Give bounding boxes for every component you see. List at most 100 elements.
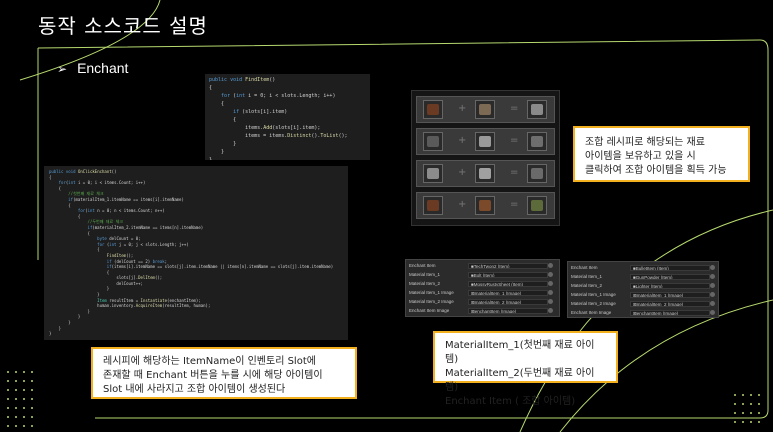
recipe-row[interactable]: + = [416, 96, 555, 123]
callout-line: 아이템을 보유하고 있을 시 [585, 151, 696, 162]
inspector-object-field[interactable]: ■BulletItem (Item) [630, 265, 710, 271]
item-icon [427, 200, 439, 211]
code-line: } [209, 149, 225, 155]
inspector-field-label: Material Item_1 Image [409, 290, 454, 295]
object-picker-icon[interactable] [710, 265, 715, 270]
object-picker-icon[interactable] [548, 281, 553, 286]
callout-material-items: MaterialItem_1(첫번째 재료 아이템) MaterialItem_… [433, 331, 618, 407]
callout-line: 클릭하여 조합 아이템을 획득 가능 [585, 165, 727, 176]
inspector-row: Enchant Item Image ⊠enchantItem (Image) [409, 308, 553, 315]
object-picker-icon[interactable] [710, 274, 715, 279]
code-line: if(items[i].itemName == slots[j].item.it… [106, 264, 334, 270]
inspector-row: Material Item_2 Image ⊠materialItem_2 (Im… [571, 301, 715, 308]
material-slot [475, 164, 495, 183]
inspector-row: Material Item_1 ■GunPowder (Item) [571, 274, 715, 281]
code-line: { [209, 85, 213, 91]
object-picker-icon[interactable] [710, 301, 715, 306]
slide-title: 동작 소스코드 설명 [38, 14, 208, 38]
callout-line: 레시피에 해당하는 ItemName이 인벤토리 Slot에 [103, 356, 316, 367]
item-icon [531, 136, 543, 147]
bullet-label: Enchant [77, 60, 129, 76]
material-slot [475, 100, 495, 119]
callout-line: MaterialItem_1(첫번째 재료 아이템) [445, 340, 595, 365]
item-icon [479, 104, 491, 115]
item-icon [427, 136, 439, 147]
plus-symbol: + [458, 103, 467, 114]
plus-symbol: + [458, 199, 467, 210]
code-line: if (slots[i].item) [233, 109, 288, 115]
inspector-field-label: Enchant Item Image [409, 308, 450, 313]
inspector-field-label: Enchant Item [571, 265, 598, 270]
inspector-field-label: Enchant Item Image [571, 310, 612, 315]
code-line: { [209, 101, 225, 107]
recipe-row[interactable]: + = [416, 128, 555, 155]
callout-line: Slot 내에 사라지고 조합 아이템이 생성된다 [103, 384, 286, 395]
inspector-object-field[interactable]: ⊠materialItem_2 (Image) [630, 301, 710, 307]
code-line: public void FindItem() [209, 77, 276, 83]
inspector-object-field[interactable]: ■Bolt (Item) [468, 272, 548, 278]
code-line: for (int i = 0; i < slots.Length; i++) [221, 93, 336, 99]
code-line: } [209, 157, 213, 160]
object-picker-icon[interactable] [548, 308, 553, 313]
result-slot [527, 196, 547, 215]
item-icon [531, 200, 543, 211]
code-line: items.Add(slots[i].item); [209, 125, 321, 131]
inspector-object-field[interactable]: ⊠enchantItem (Image) [468, 308, 548, 314]
object-picker-icon[interactable] [548, 272, 553, 277]
recipe-row[interactable]: + = [416, 192, 555, 219]
object-picker-icon[interactable] [710, 283, 715, 288]
inspector-object-field[interactable]: ⊠materialItem_1 (Image) [630, 292, 710, 298]
inspector-field-label: Material Item_2 Image [571, 301, 616, 306]
result-slot [527, 164, 547, 183]
inspector-row: Enchant Item Image ⊠enchantItem (Image) [571, 310, 715, 317]
inspector-row: Material Item_2 ■MossyRustySheet (Item) [409, 281, 553, 288]
object-picker-icon[interactable] [710, 292, 715, 297]
item-icon [479, 136, 491, 147]
bullet-enchant: ➢ Enchant [57, 60, 128, 76]
inspector-field-label: Material Item_1 [409, 272, 441, 277]
material-slot [423, 196, 443, 215]
material-slot [423, 132, 443, 151]
item-icon [427, 168, 439, 179]
recipe-inventory-panel: + = + = + = + = [411, 90, 560, 226]
callout-line: Enchant Item ( 조합 아이템) [445, 396, 576, 407]
inspector-row: Enchant Item ■TechTwon2 (Item) [409, 263, 553, 270]
callout-line: 존재할 때 Enchant 버튼을 누를 시에 해당 아이템이 [103, 370, 323, 381]
recipe-row[interactable]: + = [416, 160, 555, 187]
inspector-object-field[interactable]: ■GunPowder (Item) [630, 274, 710, 280]
item-icon [531, 168, 543, 179]
equals-symbol: = [510, 103, 519, 114]
callout-line: MaterialItem_2(두번째 재료 아이템) [445, 368, 595, 393]
code-line: } [209, 141, 237, 147]
object-picker-icon[interactable] [548, 299, 553, 304]
inspector-object-field[interactable]: ■MossyRustySheet (Item) [468, 281, 548, 287]
equals-symbol: = [510, 167, 519, 178]
object-picker-icon[interactable] [710, 310, 715, 315]
inspector-row: Material Item_1 Image ⊠materialItem_1 (Im… [409, 290, 553, 297]
callout-line: 조합 레시피로 해당되는 재료 [585, 137, 705, 148]
object-picker-icon[interactable] [548, 263, 553, 268]
inspector-field-label: Material Item_2 [409, 281, 441, 286]
callout-recipe: 조합 레시피로 해당되는 재료 아이템을 보유하고 있을 시 클릭하여 조합 아… [573, 126, 750, 182]
result-slot [527, 100, 547, 119]
code-line: { [209, 117, 237, 123]
inspector-object-field[interactable]: ■Lighter (Item) [630, 283, 710, 289]
result-slot [527, 132, 547, 151]
object-picker-icon[interactable] [548, 290, 553, 295]
inspector-object-field[interactable]: ⊠materialItem_1 (Image) [468, 290, 548, 296]
code-line: items = items.Distinct().ToList(); [209, 133, 348, 139]
callout-slot-description: 레시피에 해당하는 ItemName이 인벤토리 Slot에 존재할 때 Enc… [91, 347, 357, 399]
inspector-object-field[interactable]: ⊠enchantItem (Image) [630, 310, 710, 316]
inspector-row: Enchant Item ■BulletItem (Item) [571, 265, 715, 272]
inspector-panel-right: Enchant Item ■BulletItem (Item) Material I… [567, 261, 719, 318]
plus-symbol: + [458, 167, 467, 178]
material-slot [423, 164, 443, 183]
inspector-object-field[interactable]: ■TechTwon2 (Item) [468, 263, 548, 269]
inspector-row: Material Item_1 Image ⊠materialItem_1 (Im… [571, 292, 715, 299]
inspector-field-label: Material Item_2 [571, 283, 603, 288]
code-snippet-onclickenchant: public void OnClickEnchant(){ for(int i … [44, 166, 348, 340]
inspector-object-field[interactable]: ⊠materialItem_2 (Image) [468, 299, 548, 305]
inspector-row: Material Item_2 ■Lighter (Item) [571, 283, 715, 290]
bullet-arrow-icon: ➢ [57, 62, 68, 76]
equals-symbol: = [510, 199, 519, 210]
